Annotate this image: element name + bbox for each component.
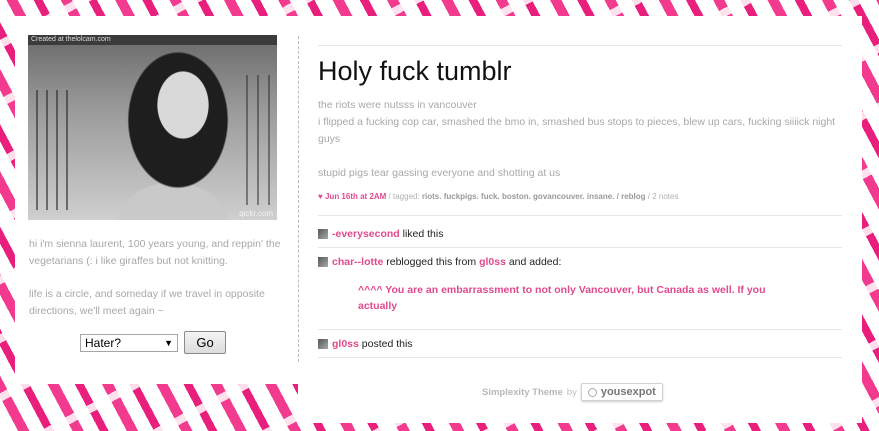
notes-rule-2 [318,247,842,248]
theme-footer: Simplexity Theme by yousexpot [482,383,663,401]
notes-count[interactable]: / 2 notes [646,192,679,201]
hater-form: Hater? ▼ Go [80,331,226,354]
note-post: gl0ss posted this [318,338,413,350]
profile-photo: Created at thelolcam.com qickr.com [28,35,277,220]
notes-rule-3 [318,329,842,330]
note-user-link[interactable]: gl0ss [332,338,359,350]
photo-caption: Created at thelolcam.com [31,36,111,43]
bio: hi i'm sienna laurent, 100 years young, … [29,236,287,336]
note-text-added: and added: [505,256,562,268]
by-label: by [566,386,577,398]
go-button[interactable]: Go [184,331,226,354]
note-text: liked this [399,228,444,240]
photo-bedframe-right [237,75,277,205]
sidebar: Created at thelolcam.com qickr.com hi i'… [15,16,298,384]
hater-select[interactable]: Hater? ▼ [80,333,178,352]
avatar[interactable] [318,229,328,239]
avatar[interactable] [318,339,328,349]
main-post: Holy fuck tumblr the riots were nutsss i… [298,16,862,423]
notes-rule-1 [318,215,842,216]
bio-line-1: hi i'm sienna laurent, 100 years young, … [29,238,281,267]
hater-select-value: Hater? [85,335,122,350]
tagged-label: / tagged: [386,192,422,201]
top-rule [318,45,842,46]
chevron-down-icon: ▼ [164,337,173,348]
note-like: -everysecond liked this [318,228,443,240]
post-body-line-2: i flipped a fucking cop car, smashed the… [318,116,836,145]
author-name: yousexpot [600,386,656,398]
photo-watermark: qickr.com [239,209,273,218]
note-source-link[interactable]: gl0ss [479,256,506,268]
circle-icon [587,387,597,397]
dashed-divider [298,36,299,362]
reblog-quote: ^^^^ You are an embarrassment to not onl… [358,284,766,312]
note-user-link[interactable]: -everysecond [332,228,400,240]
bio-line-2: life is a circle, and someday if we trav… [29,288,265,317]
avatar[interactable] [318,257,328,267]
note-text: posted this [358,338,413,350]
notes-rule-4 [318,357,842,358]
reblog-link[interactable]: / reblog [614,192,646,201]
photo-bedframe [28,90,76,210]
post-body-line-1: the riots were nutsss in vancouver [318,99,477,111]
note-user-link[interactable]: char--lotte [332,256,383,268]
post-meta: ♥ Jun 16th at 2AM / tagged: riots. fuckp… [318,192,678,201]
author-badge[interactable]: yousexpot [580,383,663,401]
post-tags[interactable]: riots. fuckpigs. fuck. boston. govancouv… [422,192,614,201]
note-reblog: char--lotte reblogged this from gl0ss an… [318,256,561,268]
heart-icon: ♥ [318,192,323,201]
post-body-line-3: stupid pigs tear gassing everyone and sh… [318,167,561,179]
post-body: the riots were nutsss in vancouver i fli… [318,97,842,182]
note-text: reblogged this from [383,256,480,268]
post-date-link[interactable]: Jun 16th at 2AM [325,192,386,201]
theme-credit[interactable]: Simplexity Theme [482,387,563,398]
post-title: Holy fuck tumblr [318,56,512,86]
